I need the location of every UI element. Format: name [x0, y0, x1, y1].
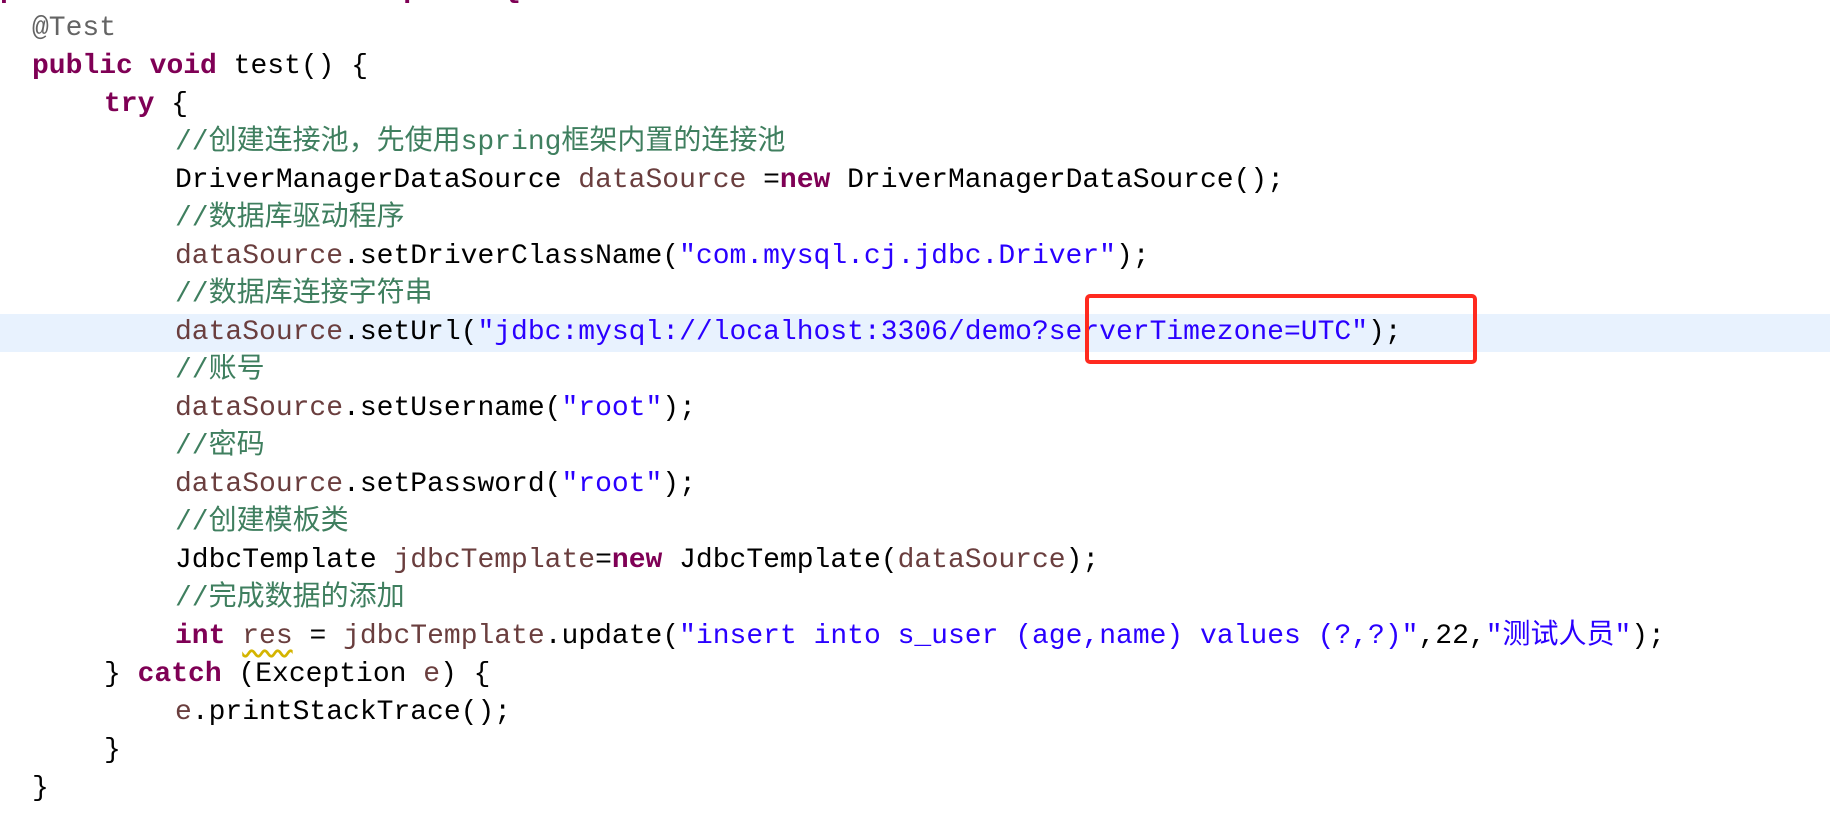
code-token: public class TestJdbcTemplate {	[0, 0, 521, 6]
code-token: .setPassword(	[343, 469, 562, 500]
code-token: }	[104, 659, 138, 690]
code-token: //创建模板类	[175, 507, 349, 538]
code-token: ) {	[440, 659, 491, 690]
code-line[interactable]: try {	[0, 86, 1830, 124]
code-token: int	[175, 621, 226, 652]
code-line[interactable]: //创建连接池，先使用spring框架内置的连接池	[0, 124, 1830, 162]
code-token: dataSource	[897, 545, 1066, 576]
code-editor[interactable]: public class TestJdbcTemplate { @Test publ…	[0, 0, 1830, 831]
code-token: e	[175, 697, 192, 728]
code-token: JdbcTemplate	[175, 545, 394, 576]
code-token: dataSource	[175, 241, 344, 272]
code-token: DriverManagerDataSource();	[830, 165, 1285, 196]
code-line[interactable]: } catch (Exception e) {	[0, 656, 1830, 694]
code-token: public	[32, 51, 133, 82]
code-token: dataSource	[175, 393, 344, 424]
code-line[interactable]: dataSource.setPassword("root");	[0, 466, 1830, 504]
code-token: );	[1115, 241, 1150, 272]
code-token: jdbcTemplate	[393, 545, 596, 576]
code-token: jdbcTemplate	[343, 621, 545, 652]
code-token: res	[242, 621, 293, 652]
code-token: dataSource	[175, 317, 344, 348]
code-line[interactable]: public class TestJdbcTemplate {	[0, 0, 1830, 10]
code-line[interactable]: dataSource.setDriverClassName("com.mysql…	[0, 238, 1830, 276]
code-token: "root"	[561, 469, 663, 500]
code-token: new	[779, 165, 831, 196]
code-token: //数据库驱动程序	[175, 203, 405, 234]
code-token: @Test	[32, 13, 117, 44]
code-token: //账号	[175, 355, 265, 386]
code-token: //完成数据的添加	[175, 583, 405, 614]
code-line[interactable]: //完成数据的添加	[0, 580, 1830, 618]
code-line[interactable]: }	[0, 732, 1830, 770]
code-token: );	[662, 393, 696, 424]
code-token: e	[423, 659, 441, 690]
code-token: "测试人员"	[1485, 621, 1632, 652]
code-line-current[interactable]: dataSource.setUrl("jdbc:mysql://localhos…	[0, 314, 1830, 352]
highlight-annotation-box	[1085, 294, 1477, 364]
code-token: test() {	[216, 51, 369, 82]
code-token: "root"	[561, 393, 663, 424]
code-line[interactable]: e.printStackTrace();	[0, 694, 1830, 732]
code-token: .setUsername(	[343, 393, 562, 424]
code-token: void	[149, 51, 217, 82]
code-token: JdbcTemplate(	[662, 545, 898, 576]
code-token: =	[595, 545, 612, 576]
code-token: );	[1631, 621, 1665, 652]
code-token: =	[292, 621, 344, 652]
code-line[interactable]: }	[0, 770, 1830, 808]
code-token: catch	[137, 659, 222, 690]
code-token: dataSource	[175, 469, 344, 500]
code-token: =	[746, 165, 780, 196]
code-token: .setUrl(	[343, 317, 478, 348]
code-line[interactable]: int res = jdbcTemplate.update("insert in…	[0, 618, 1830, 656]
code-token: }	[104, 735, 121, 766]
code-token: .printStackTrace();	[191, 697, 512, 728]
code-token: try	[104, 89, 155, 120]
code-line[interactable]: //数据库驱动程序	[0, 200, 1830, 238]
code-token: new	[611, 545, 663, 576]
code-token: );	[662, 469, 696, 500]
code-token: "com.mysql.cj.jdbc.Driver"	[679, 241, 1116, 272]
code-token: {	[154, 89, 189, 120]
code-token: dataSource	[578, 165, 747, 196]
code-line[interactable]: //创建模板类	[0, 504, 1830, 542]
code-line[interactable]: DriverManagerDataSource dataSource =new …	[0, 162, 1830, 200]
code-token: DriverManagerDataSource	[175, 165, 579, 196]
code-token: );	[1065, 545, 1100, 576]
code-line[interactable]: public void test() {	[0, 48, 1830, 86]
code-token: .update(	[544, 621, 680, 652]
code-token: .setDriverClassName(	[343, 241, 680, 272]
code-token: //创建连接池，先使用spring框架内置的连接池	[175, 127, 786, 158]
code-line[interactable]: @Test	[0, 10, 1830, 48]
code-token: ,22,	[1418, 621, 1486, 652]
code-token: }	[32, 773, 49, 804]
code-line[interactable]: dataSource.setUsername("root");	[0, 390, 1830, 428]
code-line[interactable]: //密码	[0, 428, 1830, 466]
code-token: //数据库连接字符串	[175, 279, 433, 310]
code-line[interactable]: JdbcTemplate jdbcTemplate=new JdbcTempla…	[0, 542, 1830, 580]
code-token: (Exception	[221, 659, 424, 690]
code-token: //密码	[175, 431, 265, 462]
code-token: "insert into s_user (age,name) values (?…	[679, 621, 1419, 652]
code-line[interactable]: //数据库连接字符串	[0, 276, 1830, 314]
code-line[interactable]: //账号	[0, 352, 1830, 390]
